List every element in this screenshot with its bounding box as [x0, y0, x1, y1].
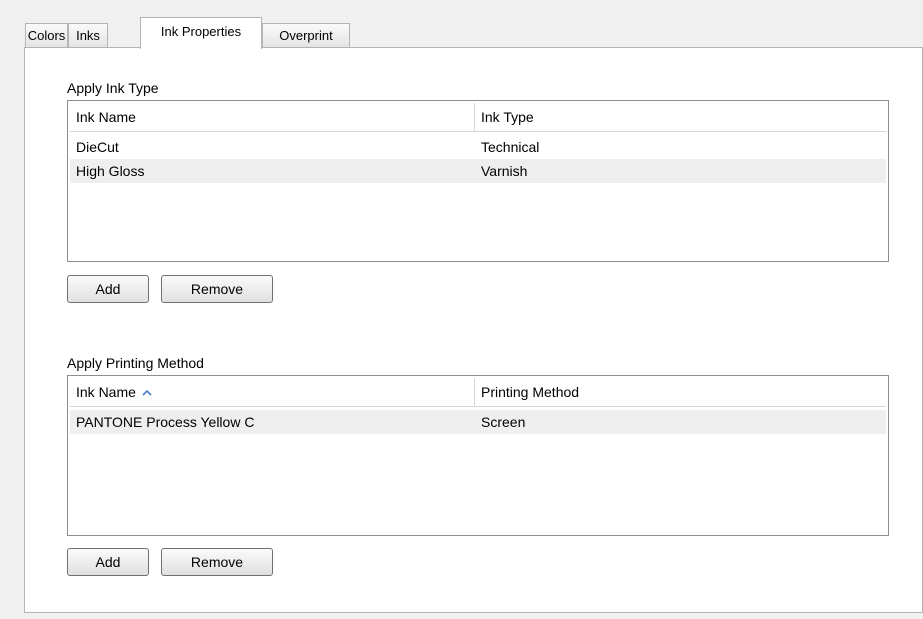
ink-type-cell: Varnish [481, 163, 528, 179]
ink-name-cell: DieCut [76, 139, 119, 155]
ink-type-column-header[interactable]: Ink Type [474, 103, 886, 131]
ink-name-column-label: Ink Name [76, 384, 136, 400]
ink-properties-panel: Apply Ink Type Ink Name Ink Type DieCut … [24, 47, 923, 613]
printing-method-group-label: Apply Printing Method [67, 355, 204, 371]
ink-name-column-header[interactable]: Ink Name [70, 103, 474, 131]
printing-method-remove-button[interactable]: Remove [161, 548, 273, 576]
tab-colors[interactable]: Colors [25, 23, 68, 47]
ink-type-table: Ink Name Ink Type DieCut Technical High … [67, 100, 889, 262]
ink-type-table-header: Ink Name Ink Type [70, 103, 886, 132]
ink-type-remove-button[interactable]: Remove [161, 275, 273, 303]
ink-name-cell: High Gloss [76, 163, 145, 179]
printing-method-table: Ink Name Printing Method PANTONE Process… [67, 375, 889, 536]
printing-method-cell: Screen [481, 414, 526, 430]
ink-name-column-header[interactable]: Ink Name [70, 378, 474, 406]
tab-overprint[interactable]: Overprint [262, 23, 350, 47]
ink-type-group-label: Apply Ink Type [67, 80, 159, 96]
tab-inks[interactable]: Inks [68, 23, 108, 47]
ink-type-cell: Technical [481, 139, 540, 155]
table-row[interactable]: High Gloss Varnish [70, 159, 886, 183]
table-row[interactable]: PANTONE Process Yellow C Screen [70, 410, 886, 434]
sort-ascending-icon [142, 390, 152, 396]
printing-method-table-header: Ink Name Printing Method [70, 378, 886, 407]
table-row[interactable]: DieCut Technical [70, 135, 886, 159]
printing-method-add-button[interactable]: Add [67, 548, 149, 576]
printing-method-column-header[interactable]: Printing Method [474, 378, 886, 406]
ink-name-cell: PANTONE Process Yellow C [76, 414, 255, 430]
tab-ink-properties[interactable]: Ink Properties [140, 17, 262, 49]
ink-type-add-button[interactable]: Add [67, 275, 149, 303]
